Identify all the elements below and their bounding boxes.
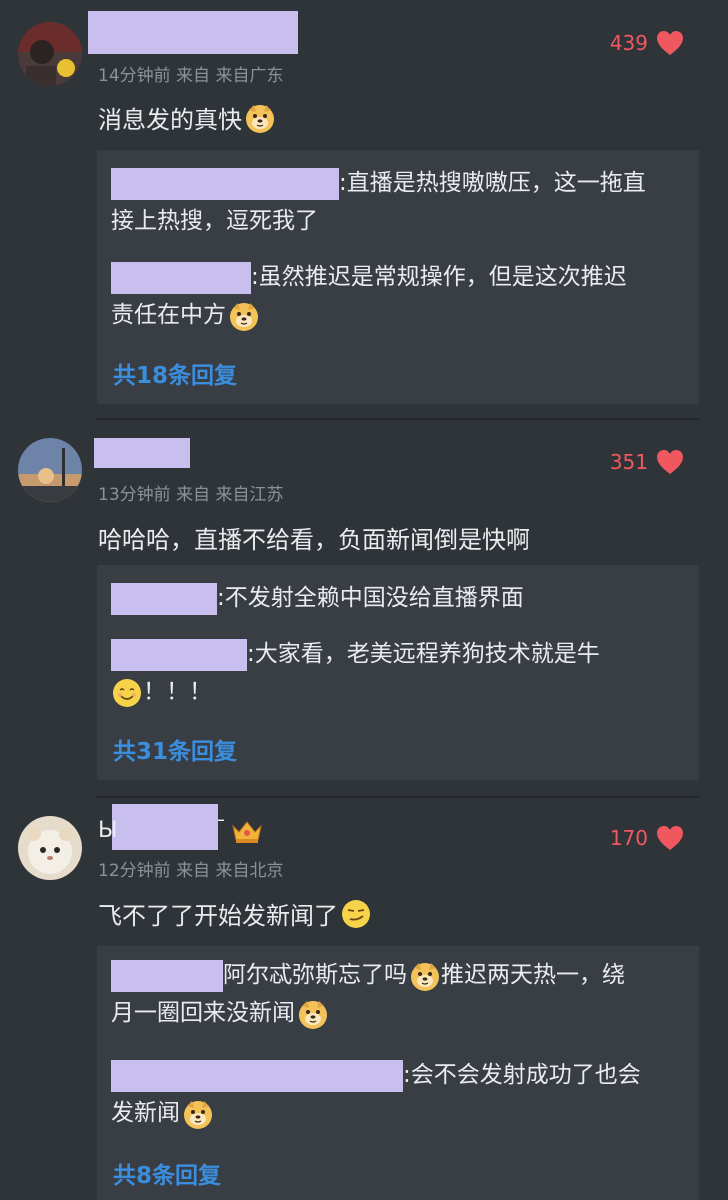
reply-item[interactable]: :虽然推迟是常规操作，但是这次推迟 责任在中方 xyxy=(111,258,685,334)
comment-text-row: 飞不了了开始发新闻了 xyxy=(98,896,372,931)
reply-box: :不发射全赖中国没给直播界面 :大家看，老美远程养狗技术就是牛 ！！！ 共31条… xyxy=(97,565,699,780)
comment-text: 哈哈哈，直播不给看，负面新闻倒是快啊 xyxy=(98,526,530,554)
reply-item[interactable]: :会不会发射成功了也会 发新闻 xyxy=(111,1056,685,1132)
username-redacted[interactable] xyxy=(88,11,298,54)
reply-item[interactable]: :大家看，老美远程养狗技术就是牛 ！！！ xyxy=(111,635,685,711)
reply-username-redacted[interactable] xyxy=(111,261,251,294)
heart-icon xyxy=(656,30,684,56)
like-count: 439 xyxy=(609,31,648,55)
smile-emoji-icon xyxy=(111,677,143,709)
like-count: 351 xyxy=(609,450,648,474)
username-suffix: ˉ xyxy=(216,816,226,840)
avatar[interactable] xyxy=(18,816,82,880)
view-replies-link[interactable]: 共8条回复 xyxy=(113,1156,221,1190)
like-count: 170 xyxy=(609,826,648,850)
doge-emoji-icon xyxy=(409,960,441,992)
like-button[interactable]: 439 xyxy=(610,30,684,56)
crown-badge-icon xyxy=(232,821,262,843)
reply-text-b: 推迟两天热一，绕 xyxy=(441,962,625,988)
username-redacted[interactable] xyxy=(112,804,218,850)
doge-emoji-icon xyxy=(228,300,260,332)
reply-username-redacted[interactable] xyxy=(111,582,217,615)
heart-icon xyxy=(656,449,684,475)
smirk-emoji-icon xyxy=(340,898,372,930)
reply-username-redacted[interactable] xyxy=(111,959,223,992)
reply-text-continued: 接上热搜，逗死我了 xyxy=(111,208,318,234)
doge-emoji-icon xyxy=(244,102,276,134)
username-redacted[interactable] xyxy=(94,438,190,468)
heart-icon xyxy=(656,825,684,851)
reply-text: :会不会发射成功了也会 xyxy=(403,1062,641,1088)
doge-emoji-icon xyxy=(182,1098,214,1130)
reply-item[interactable]: :不发射全赖中国没给直播界面 xyxy=(111,579,685,617)
comment-item: 351 13分钟前 来自 来自江苏 哈哈哈，直播不给看，负面新闻倒是快啊 :不发… xyxy=(0,420,728,798)
reply-text-continued: ！！！ xyxy=(143,679,212,705)
avatar[interactable] xyxy=(18,438,82,502)
reply-box: :直播是热搜嗷嗷压，这一拖直 接上热搜，逗死我了 :虽然推迟是常规操作，但是这次… xyxy=(97,150,699,404)
comment-text-row: 消息发的真快 xyxy=(98,100,276,135)
reply-text: :大家看，老美远程养狗技术就是牛 xyxy=(247,641,600,667)
reply-item[interactable]: :直播是热搜嗷嗷压，这一拖直 接上热搜，逗死我了 xyxy=(111,164,685,240)
comment-text-row: 哈哈哈，直播不给看，负面新闻倒是快啊 xyxy=(98,520,530,555)
comment-text: 飞不了了开始发新闻了 xyxy=(98,902,338,930)
username-prefix: Ы xyxy=(98,818,118,843)
comment-meta: 14分钟前 来自 来自广东 xyxy=(98,66,284,86)
doge-emoji-icon xyxy=(297,998,329,1030)
reply-text: :直播是热搜嗷嗷压，这一拖直 xyxy=(339,170,646,196)
reply-text-continued: 发新闻 xyxy=(111,1100,180,1126)
comment-meta: 13分钟前 来自 来自江苏 xyxy=(98,485,284,505)
comment-text: 消息发的真快 xyxy=(98,106,242,134)
reply-username-redacted[interactable] xyxy=(111,167,339,200)
view-replies-link[interactable]: 共18条回复 xyxy=(113,356,237,390)
view-replies-link[interactable]: 共31条回复 xyxy=(113,732,237,766)
reply-text-continued: 月一圈回来没新闻 xyxy=(111,1000,295,1026)
reply-text: 阿尔忒弥斯忘了吗 xyxy=(223,962,407,988)
comment-item: 439 14分钟前 来自 来自广东 消息发的真快 :直播是热搜嗷嗷压，这一拖直 … xyxy=(0,0,728,420)
like-button[interactable]: 170 xyxy=(610,825,684,851)
comment-meta: 12分钟前 来自 来自北京 xyxy=(98,861,284,881)
avatar[interactable] xyxy=(18,22,82,86)
reply-text-continued: 责任在中方 xyxy=(111,302,226,328)
like-button[interactable]: 351 xyxy=(610,449,684,475)
reply-item[interactable]: 阿尔忒弥斯忘了吗 推迟两天热一，绕 月一圈回来没新闻 xyxy=(111,956,685,1032)
reply-box: 阿尔忒弥斯忘了吗 推迟两天热一，绕 月一圈回来没新闻 :会不会发射成功了也会 发新… xyxy=(97,946,699,1200)
reply-username-redacted[interactable] xyxy=(111,638,247,671)
reply-username-redacted[interactable] xyxy=(111,1059,403,1092)
reply-text: :不发射全赖中国没给直播界面 xyxy=(217,585,524,611)
comment-item: Ы ˉ 170 12分钟前 来自 来自北京 飞不了了开始发新闻了 阿尔忒弥斯忘了… xyxy=(0,798,728,1200)
reply-text: :虽然推迟是常规操作，但是这次推迟 xyxy=(251,264,627,290)
